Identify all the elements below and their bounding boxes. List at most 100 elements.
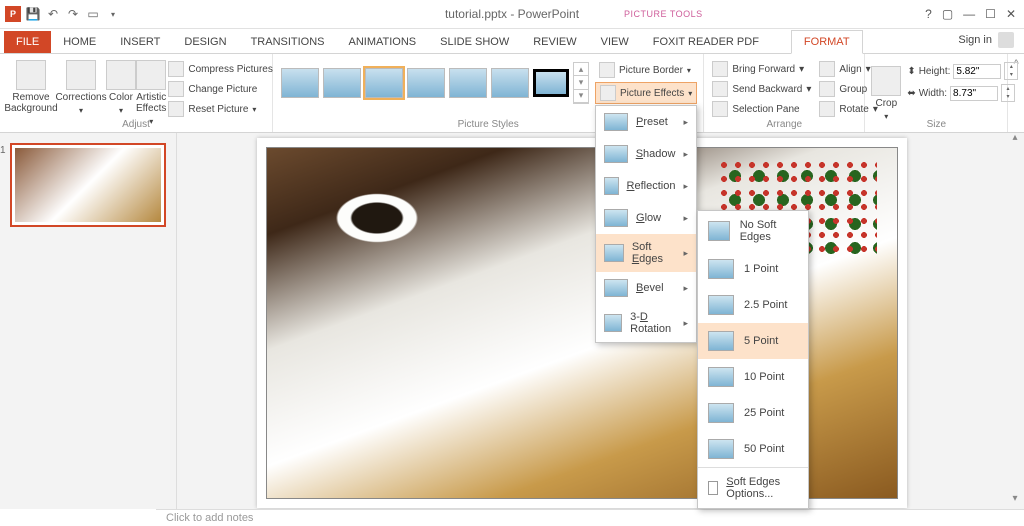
picture-effects-button[interactable]: Picture Effects ▾ <box>595 82 697 104</box>
bring-forward-button[interactable]: Bring Forward ▾ <box>710 60 813 78</box>
soft-edges-5pt[interactable]: 5 Point <box>698 323 808 359</box>
effects-reflection[interactable]: Reflection▸ <box>596 170 696 202</box>
title-bar: P 💾 ↶ ↷ ▭ ▾ tutorial.pptx - PowerPoint P… <box>0 0 1024 29</box>
effects-shadow[interactable]: Shadow▸ <box>596 138 696 170</box>
undo-icon[interactable]: ↶ <box>44 5 62 23</box>
height-icon: ⬍ <box>907 66 915 77</box>
style-thumb[interactable] <box>491 68 529 98</box>
save-icon[interactable]: 💾 <box>24 5 42 23</box>
compress-icon <box>168 61 184 77</box>
width-input[interactable] <box>950 86 998 101</box>
height-input[interactable] <box>953 64 1001 79</box>
style-thumb[interactable] <box>407 68 445 98</box>
selection-icon <box>712 101 728 117</box>
slide-number: 1 <box>0 145 6 156</box>
help-icon[interactable]: ? <box>925 7 932 21</box>
selection-pane-button[interactable]: Selection Pane <box>710 100 813 118</box>
effects-preset[interactable]: PPresetreset▸ <box>596 106 696 138</box>
soft-edges-none[interactable]: No Soft Edges <box>698 211 808 251</box>
width-spinner[interactable]: ▴▾ <box>1001 84 1015 102</box>
soft-edges-10pt[interactable]: 10 Point <box>698 359 808 395</box>
tab-review[interactable]: REVIEW <box>521 31 588 53</box>
rotation-icon <box>604 314 622 332</box>
vertical-scrollbar[interactable]: ▴▾ <box>1008 132 1022 504</box>
tab-format[interactable]: FORMAT <box>791 30 863 54</box>
se-none-icon <box>708 221 730 241</box>
style-thumb[interactable] <box>281 68 319 98</box>
tab-file[interactable]: FILE <box>4 31 51 53</box>
redo-icon[interactable]: ↷ <box>64 5 82 23</box>
effects-3d-rotation[interactable]: 3-D Rotation▸ <box>596 304 696 342</box>
slide-canvas[interactable] <box>257 138 907 508</box>
compress-pictures-button[interactable]: Compress Pictures <box>166 60 274 78</box>
effects-icon <box>600 85 616 101</box>
shadow-icon <box>604 145 628 163</box>
tab-view[interactable]: VIEW <box>589 31 641 53</box>
maximize-icon[interactable]: ☐ <box>985 7 996 21</box>
change-picture-button[interactable]: Change Picture <box>166 80 274 98</box>
send-backward-button[interactable]: Send Backward ▾ <box>710 80 813 98</box>
tab-transitions[interactable]: TRANSITIONS <box>239 31 337 53</box>
quick-access-toolbar: P 💾 ↶ ↷ ▭ ▾ <box>0 5 122 23</box>
picture-border-button[interactable]: Picture Border ▾ <box>595 60 697 80</box>
soft-edges-25pt[interactable]: 25 Point <box>698 395 808 431</box>
options-icon <box>708 481 718 495</box>
se-25b-icon <box>708 403 734 423</box>
ribbon-options-icon[interactable]: ▢ <box>942 7 953 21</box>
se-50-icon <box>708 439 734 459</box>
tab-insert[interactable]: INSERT <box>108 31 172 53</box>
style-thumb[interactable] <box>365 68 403 98</box>
minimize-icon[interactable]: — <box>963 7 975 21</box>
tab-slideshow[interactable]: SLIDE SHOW <box>428 31 521 53</box>
soft-edges-2-5pt[interactable]: 2.5 Point <box>698 287 808 323</box>
crop-button[interactable]: Crop▾ <box>871 62 901 122</box>
remove-background-button[interactable]: Remove Background <box>6 56 56 127</box>
backward-icon <box>712 81 728 97</box>
bevel-icon <box>604 279 628 297</box>
soft-edges-1pt[interactable]: 1 Point <box>698 251 808 287</box>
tab-foxit[interactable]: FOXIT READER PDF <box>641 31 771 53</box>
reset-picture-button[interactable]: Reset Picture ▾ <box>166 100 274 118</box>
group-size: Crop▾ ⬍Height:▴▾ ⬌Width:▴▾ Size <box>865 54 1008 132</box>
soft-edges-submenu: No Soft Edges 1 Point 2.5 Point 5 Point … <box>697 210 809 509</box>
group-arrange: Bring Forward ▾ Send Backward ▾ Selectio… <box>704 54 865 132</box>
se-10-icon <box>708 367 734 387</box>
notes-pane[interactable]: Click to add notes <box>156 509 1024 526</box>
align-icon <box>819 61 835 77</box>
border-icon <box>599 62 615 78</box>
sign-in-link[interactable]: Sign in <box>948 27 1024 53</box>
color-button[interactable]: Color▾ <box>106 56 136 127</box>
effects-soft-edges[interactable]: Soft Edges▸ <box>596 234 696 272</box>
tab-home[interactable]: HOME <box>51 31 108 53</box>
softedges-icon <box>604 244 624 262</box>
group-adjust: Remove Background Corrections▾ Color▾ Ar… <box>0 54 273 132</box>
tab-animations[interactable]: ANIMATIONS <box>337 31 429 53</box>
remove-bg-icon <box>16 60 46 90</box>
se-5-icon <box>708 331 734 351</box>
gallery-more-button[interactable]: ▴▾▾ <box>573 62 589 104</box>
style-thumb[interactable] <box>533 69 569 97</box>
slide-thumbnail[interactable]: 1 <box>10 143 166 227</box>
height-spinner[interactable]: ▴▾ <box>1004 62 1018 80</box>
se-25-icon <box>708 295 734 315</box>
effects-glow[interactable]: Glow▸ <box>596 202 696 234</box>
reset-icon <box>168 101 184 117</box>
style-thumb[interactable] <box>323 68 361 98</box>
color-icon <box>106 60 136 90</box>
crop-icon <box>871 66 901 96</box>
soft-edges-50pt[interactable]: 50 Point <box>698 431 808 467</box>
close-icon[interactable]: ✕ <box>1006 7 1016 21</box>
reflection-icon <box>604 177 619 195</box>
ribbon-tabs: FILE HOME INSERT DESIGN TRANSITIONS ANIM… <box>0 29 1024 54</box>
picture-effects-menu: PPresetreset▸ Shadow▸ Reflection▸ Glow▸ … <box>595 105 697 343</box>
picture-styles-gallery[interactable]: ▴▾▾ <box>279 56 591 110</box>
corrections-button[interactable]: Corrections▾ <box>56 56 106 127</box>
style-thumb[interactable] <box>449 68 487 98</box>
soft-edges-options[interactable]: Soft Edges Options... <box>698 467 808 508</box>
effects-bevel[interactable]: Bevel▸ <box>596 272 696 304</box>
artistic-effects-button[interactable]: Artistic Effects▾ <box>136 56 166 127</box>
app-icon: P <box>4 5 22 23</box>
start-from-beginning-icon[interactable]: ▭ <box>84 5 102 23</box>
qat-customize-icon[interactable]: ▾ <box>104 5 122 23</box>
tab-design[interactable]: DESIGN <box>172 31 238 53</box>
